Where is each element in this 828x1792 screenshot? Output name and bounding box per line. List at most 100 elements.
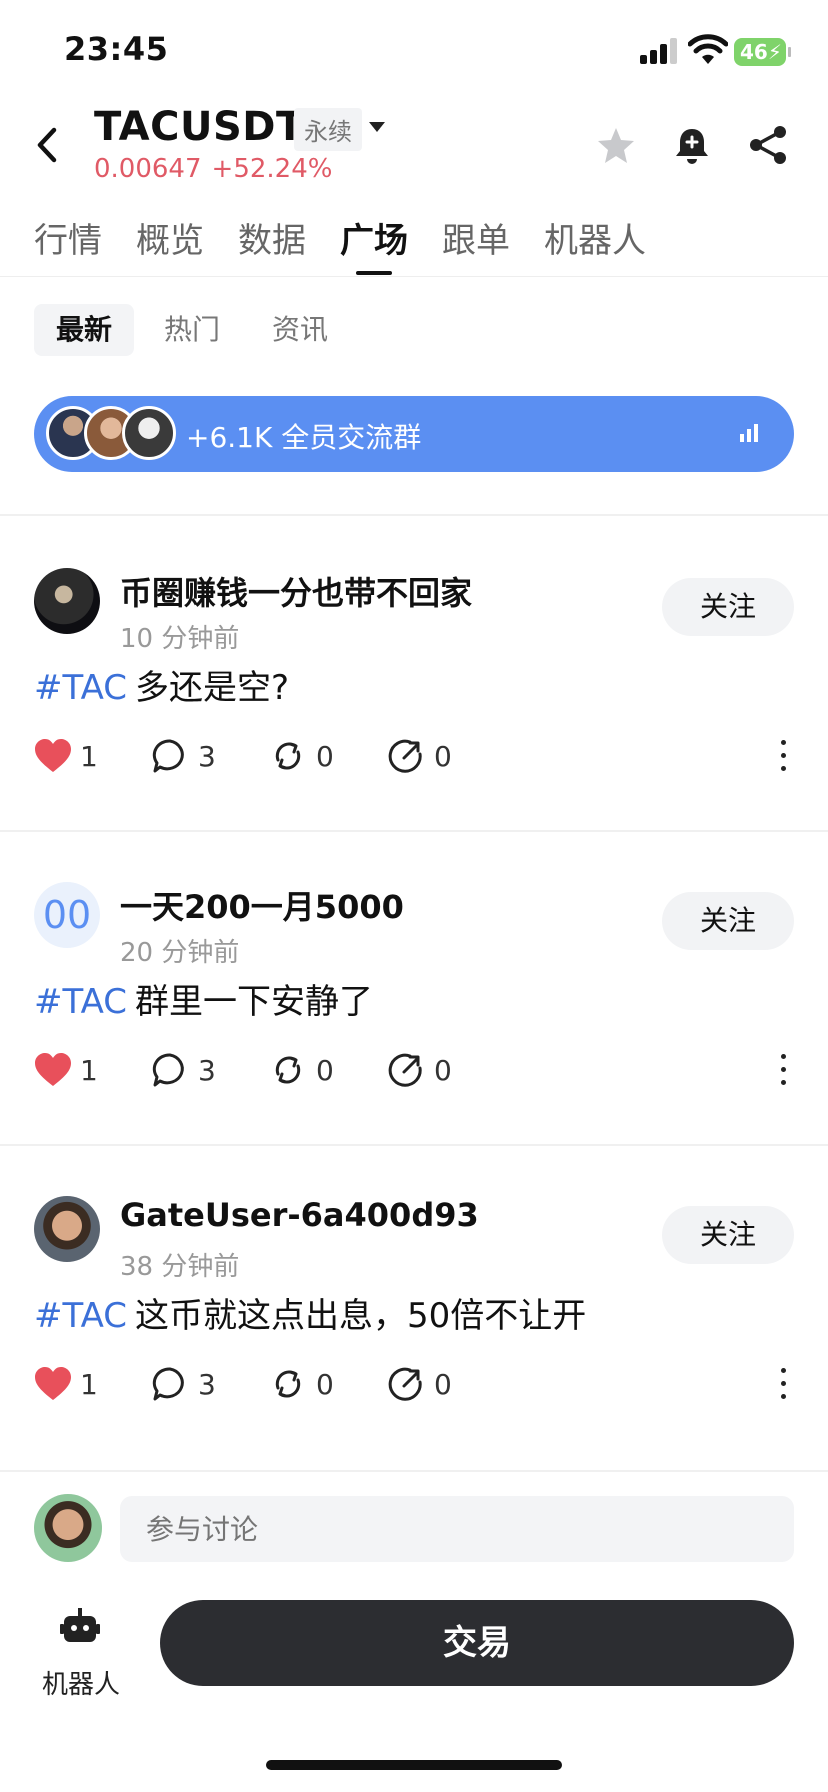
tab-market[interactable]: 行情 xyxy=(34,213,102,262)
post-card: GateUser-6a400d93 38 分钟前 关注 #TAC 这币就这点出息，… xyxy=(0,1166,828,1466)
share-icon[interactable] xyxy=(748,124,788,166)
share-count: 0 xyxy=(434,1368,452,1401)
comment-button[interactable]: 3 xyxy=(152,734,222,780)
group-member-avatars xyxy=(46,406,206,462)
follow-button[interactable]: 关注 xyxy=(662,1206,794,1264)
repost-count: 0 xyxy=(316,740,334,773)
tab-copy-trading[interactable]: 跟单 xyxy=(442,213,510,262)
tab-data[interactable]: 数据 xyxy=(238,213,306,262)
price-change: +52.24% xyxy=(211,154,333,184)
comment-count: 3 xyxy=(198,740,216,773)
like-count: 1 xyxy=(80,740,98,773)
post-hashtag[interactable]: #TAC xyxy=(34,668,127,708)
back-button[interactable] xyxy=(30,122,66,168)
chevron-down-icon[interactable] xyxy=(368,120,386,134)
trade-button[interactable]: 交易 xyxy=(160,1600,794,1686)
status-time: 23:45 xyxy=(64,30,169,68)
post-text[interactable]: #TAC 多还是空? xyxy=(34,660,289,709)
comment-bubble-icon xyxy=(152,1367,184,1401)
status-bar: 23:45 46⚡ xyxy=(0,0,828,100)
avatar[interactable]: 00 xyxy=(34,882,100,948)
alert-bell-icon[interactable] xyxy=(674,126,710,166)
heart-icon xyxy=(35,1053,71,1086)
repost-icon xyxy=(275,742,301,770)
favorite-star-icon[interactable] xyxy=(596,126,636,166)
battery-icon: 46⚡ xyxy=(734,38,791,66)
comment-bubble-icon xyxy=(152,739,184,773)
share-button[interactable]: 0 xyxy=(388,734,458,780)
repost-button[interactable]: 0 xyxy=(270,1048,340,1094)
more-options-icon[interactable] xyxy=(778,1368,788,1402)
contract-type-badge: 永续 xyxy=(294,108,362,151)
post-actions: 1 3 0 0 xyxy=(34,1362,794,1408)
post-username[interactable]: 一天200一月5000 xyxy=(120,882,404,928)
comment-button[interactable]: 3 xyxy=(152,1048,222,1094)
follow-button[interactable]: 关注 xyxy=(662,578,794,636)
repost-icon xyxy=(275,1370,301,1398)
post-body: 这币就这点出息，50倍不让开 xyxy=(135,1296,587,1336)
price-line: 0.00647 +52.24% xyxy=(94,154,342,184)
post-hashtag[interactable]: #TAC xyxy=(34,982,127,1022)
avatar xyxy=(122,406,176,460)
subtab-latest[interactable]: 最新 xyxy=(34,304,135,356)
subtab-news[interactable]: 资讯 xyxy=(272,304,328,356)
battery-level: 46 xyxy=(740,40,768,64)
cellular-signal-icon xyxy=(640,38,678,64)
tab-overview[interactable]: 概览 xyxy=(136,213,204,262)
tab-bots[interactable]: 机器人 xyxy=(544,213,646,262)
comment-count: 3 xyxy=(198,1368,216,1401)
avatar[interactable] xyxy=(34,568,100,634)
share-arrow-icon xyxy=(388,1053,422,1087)
tab-square[interactable]: 广场 xyxy=(340,213,408,262)
post-hashtag[interactable]: #TAC xyxy=(34,1296,127,1336)
repost-button[interactable]: 0 xyxy=(270,734,340,780)
like-count: 1 xyxy=(80,1054,98,1087)
post-actions: 1 3 0 0 xyxy=(34,734,794,780)
share-arrow-icon xyxy=(388,739,422,773)
avatar[interactable] xyxy=(34,1196,100,1262)
comment-bubble-icon xyxy=(152,1053,184,1087)
robot-label: 机器人 xyxy=(42,1670,121,1700)
repost-count: 0 xyxy=(316,1368,334,1401)
subtab-hot[interactable]: 热门 xyxy=(164,304,220,356)
heart-icon xyxy=(35,739,71,772)
share-count: 0 xyxy=(434,740,452,773)
divider xyxy=(0,1144,828,1146)
share-button[interactable]: 0 xyxy=(388,1048,458,1094)
comment-button[interactable]: 3 xyxy=(152,1362,222,1408)
active-tab-indicator xyxy=(356,271,392,275)
post-username[interactable]: 币圈赚钱一分也带不回家 xyxy=(120,568,472,614)
repost-count: 0 xyxy=(316,1054,334,1087)
community-group-banner[interactable]: +6.1K 全员交流群 xyxy=(34,396,794,472)
header: TACUSDT 永续 0.00647 +52.24% xyxy=(0,100,828,200)
more-options-icon[interactable] xyxy=(778,1054,788,1088)
comment-count: 3 xyxy=(198,1054,216,1087)
main-tabs: 行情 概览 数据 广场 跟单 机器人 xyxy=(0,205,828,277)
robot-button[interactable]: 机器人 xyxy=(34,1608,126,1704)
post-body: 多还是空? xyxy=(135,668,290,708)
like-button[interactable]: 1 xyxy=(34,734,104,780)
home-indicator xyxy=(266,1760,562,1770)
avatar[interactable] xyxy=(34,1494,102,1562)
post-card: 币圈赚钱一分也带不回家 10 分钟前 关注 #TAC 多还是空? 1 3 0 0 xyxy=(0,538,828,838)
repost-button[interactable]: 0 xyxy=(270,1362,340,1408)
divider xyxy=(0,514,828,516)
like-button[interactable]: 1 xyxy=(34,1048,104,1094)
post-text[interactable]: #TAC 群里一下安静了 xyxy=(34,974,373,1023)
group-banner-text: +6.1K 全员交流群 xyxy=(186,421,422,454)
share-button[interactable]: 0 xyxy=(388,1362,458,1408)
more-options-icon[interactable] xyxy=(778,740,788,774)
audio-bars-icon xyxy=(740,424,758,442)
repost-icon xyxy=(275,1056,301,1084)
wifi-icon xyxy=(688,34,728,64)
post-time: 38 分钟前 xyxy=(120,1252,240,1282)
follow-button[interactable]: 关注 xyxy=(662,892,794,950)
pair-title[interactable]: TACUSDT xyxy=(94,104,304,150)
post-card: 00 一天200一月5000 20 分钟前 关注 #TAC 群里一下安静了 1 3… xyxy=(0,852,828,1152)
post-text[interactable]: #TAC 这币就这点出息，50倍不让开 xyxy=(34,1288,586,1337)
like-count: 1 xyxy=(80,1368,98,1401)
discussion-input[interactable] xyxy=(120,1496,794,1562)
like-button[interactable]: 1 xyxy=(34,1362,104,1408)
last-price: 0.00647 xyxy=(94,154,202,184)
post-username[interactable]: GateUser-6a400d93 xyxy=(120,1196,479,1234)
